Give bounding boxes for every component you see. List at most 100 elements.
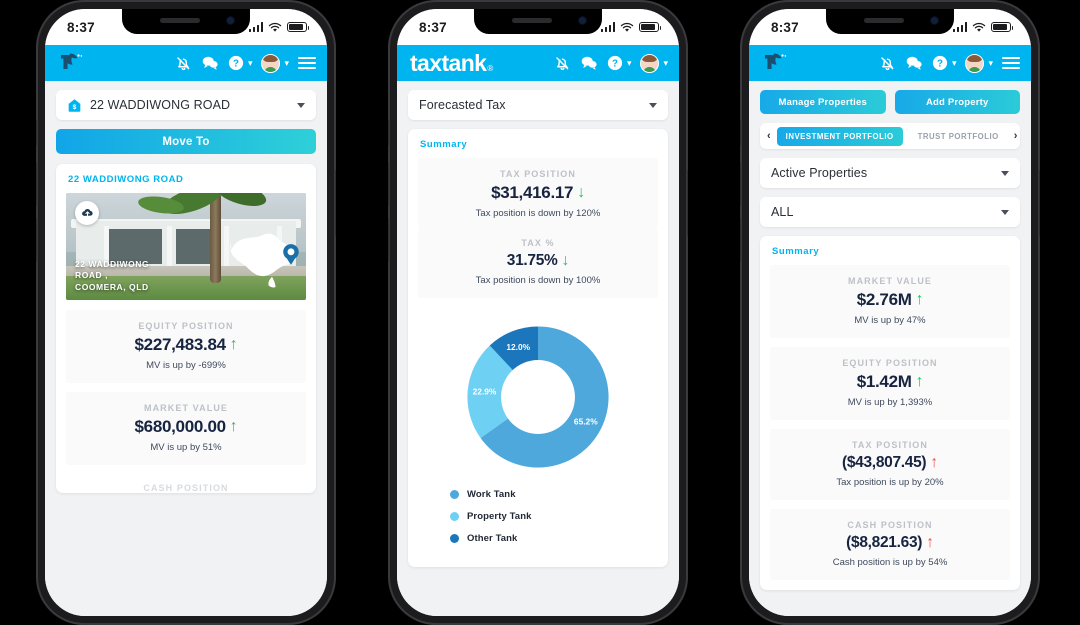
stat-value-row: ($8,821.63) ↑ (780, 534, 1000, 552)
phone-frame: 8:37 (740, 0, 1040, 625)
svg-text:?: ? (233, 59, 239, 70)
chat-icon[interactable] (905, 55, 923, 71)
cloud-upload-icon[interactable] (75, 201, 99, 225)
stat-value-row: $227,483.84 ↑ (76, 335, 296, 355)
tank-donut-chart[interactable]: 65.2% 22.9% 12.0% (408, 307, 668, 485)
arrow-down-icon: ↓ (577, 184, 585, 201)
tax-type-select[interactable]: Forecasted Tax (408, 90, 668, 120)
stat-subtext: MV is up by -699% (146, 360, 226, 371)
notch (122, 9, 250, 34)
stat-card-market-value: MARKET VALUE $2.76M ↑ MV is up by 47% (770, 265, 1010, 338)
bell-off-icon[interactable] (879, 55, 896, 72)
arrow-up-icon: ↑ (915, 291, 924, 308)
help-icon[interactable]: ? (228, 55, 244, 71)
chevron-down-icon-profile[interactable]: ▾ (284, 58, 289, 69)
move-to-button[interactable]: Move To (56, 129, 316, 154)
chevron-down-icon-help[interactable]: ▾ (627, 58, 632, 69)
stat-subtext: Cash position is up by 54% (832, 557, 948, 568)
header-icons: ? ▾ ▾ (175, 53, 316, 73)
menu-icon[interactable] (1002, 56, 1020, 70)
help-icon[interactable]: ? (607, 55, 623, 71)
stat-label: CASH POSITION (847, 520, 933, 530)
legend-dot-icon (450, 490, 459, 499)
logo-text: taxtank (410, 49, 487, 76)
prev-arrow-icon[interactable]: ‹ (767, 130, 771, 142)
wifi-icon (268, 22, 282, 32)
taxtank-wordmark[interactable]: taxtank ® (410, 49, 493, 76)
stat-value: $227,483.84 (134, 335, 227, 354)
stat-value: ($43,807.45) (841, 454, 927, 471)
stat-value: $680,000.00 (134, 417, 227, 436)
chevron-down-icon-help[interactable]: ▾ (248, 58, 253, 69)
svg-text:12.0%: 12.0% (506, 342, 530, 352)
stat-label: EQUITY POSITION (138, 321, 234, 331)
header-icons: ? ▾ ▾ (554, 53, 668, 73)
chevron-down-icon (649, 102, 657, 108)
legend-label: Property Tank (467, 511, 532, 522)
stat-card-equity-position: EQUITY POSITION $1.42M ↑ MV is up by 1,3… (770, 347, 1010, 420)
status-icons (952, 22, 1014, 33)
stat-label: MARKET VALUE (143, 403, 229, 413)
stat-value: $1.42M (856, 372, 912, 391)
active-properties-value: Active Properties (771, 166, 868, 180)
phone2-content: Forecasted Tax Summary TAX POSITION $31,… (397, 81, 679, 616)
manage-properties-button[interactable]: Manage Properties (760, 90, 886, 114)
tax-summary-card: Summary TAX POSITION $31,416.17 ↓ Tax po… (408, 129, 668, 567)
stat-value: ($8,821.63) (846, 534, 923, 551)
stat-subtext: MV is up by 1,393% (847, 397, 933, 408)
arrow-down-icon: ↓ (561, 252, 570, 269)
all-filter-select[interactable]: ALL (760, 197, 1020, 227)
property-select[interactable]: $ 22 WADDIWONG ROAD (56, 90, 316, 120)
property-hero-image[interactable]: 22 WADDIWONG ROAD , COOMERA, QLD (66, 193, 306, 300)
header-icons: ? ▾ ▾ (879, 53, 1020, 73)
next-arrow-icon[interactable]: › (1014, 130, 1018, 142)
stat-label: MARKET VALUE (847, 276, 933, 286)
menu-icon[interactable] (298, 56, 316, 70)
bell-off-icon[interactable] (554, 55, 571, 72)
stat-value-row: $1.42M ↑ (780, 372, 1000, 392)
taxtank-logo-icon[interactable] (58, 51, 84, 75)
help-icon[interactable]: ? (932, 55, 948, 71)
tab-investment-portfolio[interactable]: INVESTMENT PORTFOLIO (776, 126, 903, 146)
taxtank-logo-icon[interactable] (762, 51, 788, 75)
tab-trust-portfolio[interactable]: TRUST PORTFOLIO (909, 127, 1008, 146)
chat-icon[interactable] (201, 55, 219, 71)
screenshot-stage: 8:37 ? ▾ ▾ $ 22 WADDIWONG ROAD Move To 2… (0, 0, 1080, 625)
add-property-button[interactable]: Add Property (894, 90, 1020, 114)
bell-off-icon[interactable] (175, 55, 192, 72)
arrow-up-icon: ↑ (229, 418, 238, 435)
chevron-down-icon-help[interactable]: ▾ (952, 58, 957, 69)
stat-card-cash-position-cutoff: CASH POSITION (143, 483, 229, 493)
stat-label: EQUITY POSITION (842, 358, 938, 368)
avatar[interactable] (965, 53, 985, 73)
summary-title: Summary (420, 139, 468, 150)
phone-frame: 8:37 taxtank ® ? ▾ ▾ Forecasted Tax Summ… (388, 0, 688, 625)
hero-address-line3: COOMERA, QLD (75, 281, 149, 292)
legend-item[interactable]: Property Tank (450, 511, 668, 522)
arrow-up-icon: ↑ (926, 534, 934, 551)
status-icons (248, 22, 310, 33)
legend-label: Other Tank (467, 533, 518, 544)
house-icon: $ (68, 98, 81, 112)
legend-item[interactable]: Work Tank (450, 489, 668, 500)
app-header: ? ▾ ▾ (749, 45, 1031, 81)
property-card: 22 WADDIWONG ROAD 22 WADDIWONG ROAD , CO… (56, 164, 316, 493)
property-card-title: 22 WADDIWONG ROAD (68, 174, 184, 185)
phone-left: 8:37 ? ▾ ▾ $ 22 WADDIWONG ROAD Move To 2… (36, 0, 336, 625)
avatar[interactable] (640, 53, 660, 73)
active-properties-select[interactable]: Active Properties (760, 158, 1020, 188)
phone-screen: 8:37 (749, 9, 1031, 616)
chat-icon[interactable] (580, 55, 598, 71)
signal-icon (952, 22, 967, 32)
legend-item[interactable]: Other Tank (450, 533, 668, 544)
avatar[interactable] (261, 53, 281, 73)
stat-value-row: ($43,807.45) ↑ (780, 454, 1000, 472)
hero-address: 22 WADDIWONG ROAD , COOMERA, QLD (75, 259, 149, 293)
portfolio-summary-card: Summary MARKET VALUE $2.76M ↑ MV is up b… (760, 236, 1020, 590)
stat-value-row: $31,416.17 ↓ (428, 183, 648, 203)
chevron-down-icon (1001, 170, 1009, 176)
chevron-down-icon-profile[interactable]: ▾ (988, 58, 993, 69)
status-time: 8:37 (67, 19, 95, 35)
stat-card-tax-percent: TAX % 31.75% ↓ Tax position is down by 1… (418, 229, 658, 298)
chevron-down-icon-profile[interactable]: ▾ (663, 58, 668, 69)
